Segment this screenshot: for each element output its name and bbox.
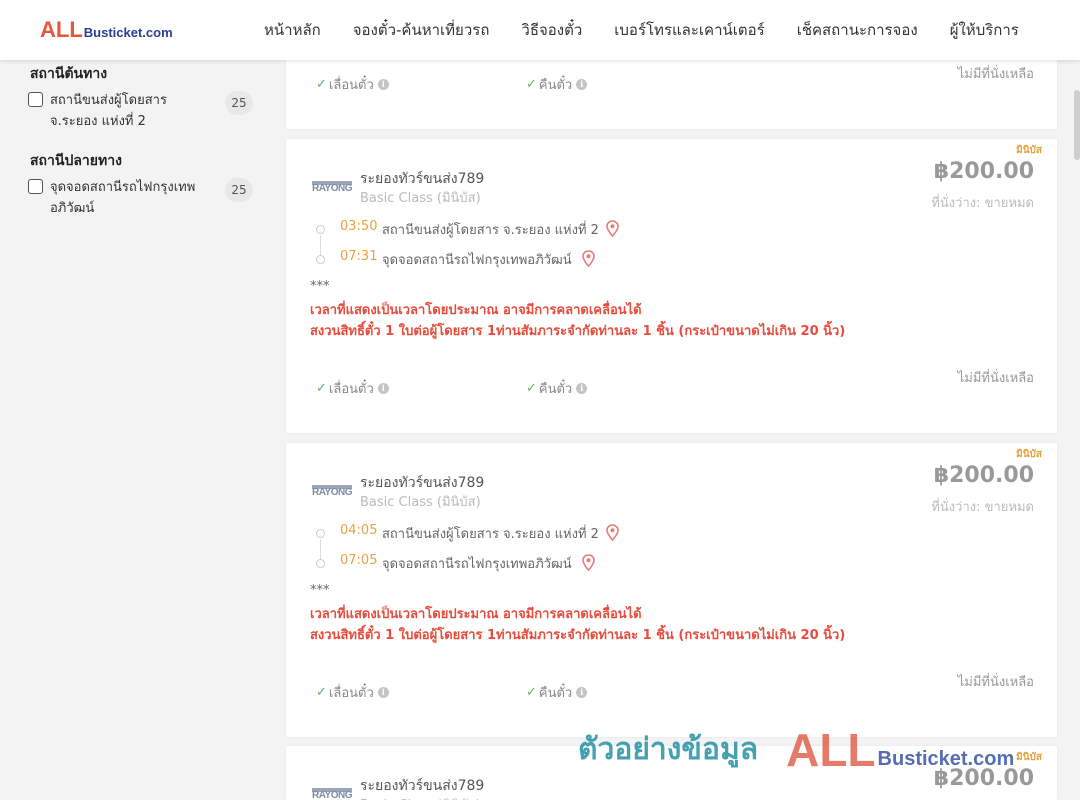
bus-class: Basic Class (มินิบัส)	[360, 794, 481, 800]
origin-filter-option[interactable]: สถานีขนส่งผู้โดยสาร จ.ระยอง แห่งที่ 2 25	[28, 90, 258, 134]
map-pin-icon[interactable]	[606, 220, 619, 237]
main-nav: หน้าหลัก จองตั๋ว-ค้นหาเที่ยวรถ วิธีจองตั…	[248, 0, 1035, 60]
destination-option-label: จุดจอดสถานีรถไฟกรุงเทพอภิวัฒน์	[50, 180, 196, 216]
nav-book-search[interactable]: จองตั๋ว-ค้นหาเที่ยวรถ	[337, 18, 506, 42]
sample-data-watermark: ตัวอย่างข้อมูล ALL Busticket.com	[578, 726, 1014, 773]
timeline-dot	[316, 559, 325, 568]
operator-logo: RAYONG	[312, 485, 352, 499]
warning-time-estimate: เวลาที่แสดงเป็นเวลาโดยประมาณ อาจมีการคลา…	[310, 607, 642, 622]
reschedule-option: ✓ เลื่อนตั๋ว i	[316, 74, 389, 95]
departure-time: 04:05	[340, 523, 378, 538]
page-scrollbar[interactable]	[1074, 90, 1080, 160]
departure-time: 03:50	[340, 219, 378, 234]
refund-label: คืนตั๋ว	[538, 78, 573, 93]
map-pin-icon[interactable]	[582, 554, 595, 571]
refund-option: ✓ คืนตั๋ว i	[526, 378, 588, 399]
ticket-price: ฿200.00	[933, 463, 1034, 488]
bus-class: Basic Class (มินิบัส)	[360, 191, 481, 206]
check-icon: ✓	[316, 77, 327, 92]
minibus-tag: มินิบัส	[1016, 449, 1042, 460]
reschedule-option: ✓ เลื่อนตั๋ว i	[316, 682, 389, 703]
destination-filter-option[interactable]: จุดจอดสถานีรถไฟกรุงเทพอภิวัฒน์ 25	[28, 177, 258, 221]
info-icon[interactable]: i	[377, 79, 389, 90]
trip-card[interactable]: มินิบัส RAYONG ระยองทัวร์ขนส่ง789 Basic …	[286, 443, 1057, 737]
reschedule-label: เลื่อนตั๋ว	[328, 382, 374, 397]
info-icon[interactable]: i	[377, 383, 389, 394]
info-icon[interactable]: i	[377, 687, 389, 698]
map-pin-icon[interactable]	[582, 250, 595, 267]
info-icon[interactable]: i	[576, 383, 588, 394]
info-icon[interactable]: i	[576, 79, 588, 90]
arrival-time: 07:31	[340, 249, 378, 264]
departure-place: สถานีขนส่งผู้โดยสาร จ.ระยอง แห่งที่ 2	[382, 223, 599, 238]
note-stars: ***	[310, 583, 330, 598]
reschedule-label: เลื่อนตั๋ว	[328, 78, 374, 93]
minibus-tag: มินิบัส	[1016, 145, 1042, 156]
operator-logo-text: RAYONG	[312, 487, 352, 498]
nav-home[interactable]: หน้าหลัก	[248, 18, 337, 42]
no-seat-text: ไม่มีที่นั่งเหลือ	[957, 675, 1034, 690]
note-stars: ***	[310, 279, 330, 294]
arrival-place: จุดจอดสถานีรถไฟกรุงเทพอภิวัฒน์	[382, 557, 572, 572]
refund-label: คืนตั๋ว	[538, 686, 573, 701]
check-icon: ✓	[526, 685, 537, 700]
nav-how-to-book[interactable]: วิธีจองตั๋ว	[505, 18, 598, 42]
origin-filter-title: สถานีต้นทาง	[30, 66, 108, 82]
arrival-place: จุดจอดสถานีรถไฟกรุงเทพอภิวัฒน์	[382, 253, 572, 268]
operator-logo-text: RAYONG	[312, 183, 352, 194]
ticket-price: ฿200.00	[933, 159, 1034, 184]
reschedule-option: ✓ เลื่อนตั๋ว i	[316, 378, 389, 399]
warning-luggage-policy: สงวนสิทธิ์ตั๋ว 1 ใบต่อผู้โดยสาร 1ท่านสัม…	[310, 324, 846, 339]
trip-card[interactable]: มินิบัส RAYONG ระยองทัวร์ขนส่ง789 Basic …	[286, 139, 1057, 433]
site-logo[interactable]: ALL Busticket.com	[40, 17, 173, 43]
nav-contact-counter[interactable]: เบอร์โทรและเคาน์เตอร์	[598, 18, 780, 42]
seat-availability: ที่นั่งว่าง: ขายหมด	[931, 196, 1034, 211]
operator-logo: RAYONG	[312, 788, 352, 800]
top-navigation-bar: ALL Busticket.com หน้าหลัก จองตั๋ว-ค้นหา…	[0, 0, 1080, 60]
timeline-dot	[316, 255, 325, 264]
check-icon: ✓	[316, 381, 327, 396]
nav-operators[interactable]: ผู้ให้บริการ	[934, 18, 1035, 42]
no-seat-text: ไม่มีที่นั่งเหลือ	[957, 67, 1034, 82]
destination-filter-title: สถานีปลายทาง	[30, 153, 122, 169]
map-pin-icon[interactable]	[606, 524, 619, 541]
refund-option: ✓ คืนตั๋ว i	[526, 682, 588, 703]
logo-all-text: ALL	[40, 17, 83, 42]
check-icon: ✓	[526, 381, 537, 396]
minibus-tag: มินิบัส	[1016, 752, 1042, 763]
no-seat-text: ไม่มีที่นั่งเหลือ	[957, 371, 1034, 386]
reschedule-label: เลื่อนตั๋ว	[328, 686, 374, 701]
check-icon: ✓	[526, 77, 537, 92]
origin-checkbox[interactable]	[28, 92, 43, 107]
timeline-dot	[316, 225, 325, 234]
operator-logo-text: RAYONG	[312, 790, 352, 800]
watermark-logo-all: ALL	[786, 724, 876, 776]
origin-option-label: สถานีขนส่งผู้โดยสาร จ.ระยอง แห่งที่ 2	[50, 93, 167, 129]
refund-option: ✓ คืนตั๋ว i	[526, 74, 588, 95]
info-icon[interactable]: i	[576, 687, 588, 698]
warning-time-estimate: เวลาที่แสดงเป็นเวลาโดยประมาณ อาจมีการคลา…	[310, 303, 642, 318]
origin-count-badge: 25	[225, 91, 253, 115]
destination-count-badge: 25	[225, 178, 253, 202]
timeline-dot	[316, 529, 325, 538]
operator-logo: RAYONG	[312, 181, 352, 195]
check-icon: ✓	[316, 685, 327, 700]
watermark-logo-domain: Busticket.com	[877, 748, 1015, 770]
departure-place: สถานีขนส่งผู้โดยสาร จ.ระยอง แห่งที่ 2	[382, 527, 599, 542]
destination-checkbox[interactable]	[28, 179, 43, 194]
arrival-time: 07:05	[340, 553, 378, 568]
refund-label: คืนตั๋ว	[538, 382, 573, 397]
logo-domain-text: Busticket.com	[83, 25, 173, 40]
watermark-sample-text: ตัวอย่างข้อมูล	[578, 732, 759, 767]
nav-check-booking[interactable]: เช็คสถานะการจอง	[781, 18, 934, 42]
bus-class: Basic Class (มินิบัส)	[360, 495, 481, 510]
warning-luggage-policy: สงวนสิทธิ์ตั๋ว 1 ใบต่อผู้โดยสาร 1ท่านสัม…	[310, 628, 846, 643]
seat-availability: ที่นั่งว่าง: ขายหมด	[931, 500, 1034, 515]
trip-card[interactable]: ✓ เลื่อนตั๋ว i ✓ คืนตั๋ว i ไม่มีที่นั่งเ…	[286, 60, 1057, 129]
